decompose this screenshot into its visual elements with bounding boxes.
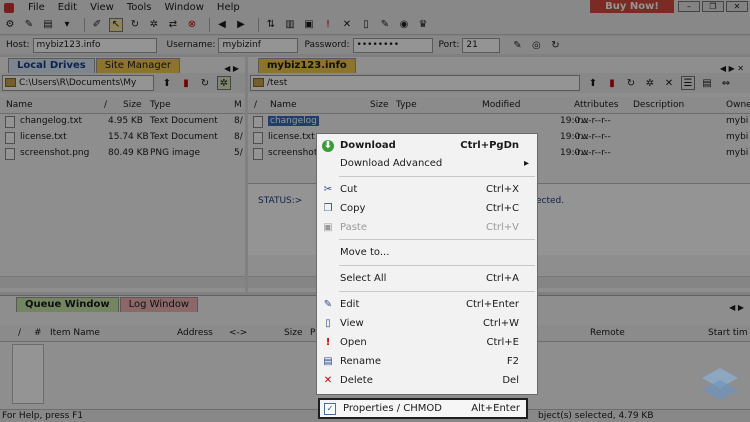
menu-item-properties-chmod[interactable]: ✓ Properties / CHMOD Alt+Enter: [318, 398, 528, 419]
menu-separator: [339, 265, 535, 266]
menu-item-copy[interactable]: ❐ Copy Ctrl+C: [317, 200, 537, 218]
menu-item-download-advanced[interactable]: Download Advanced ▸: [317, 155, 537, 173]
menu-separator: [339, 239, 535, 240]
menu-item-cut[interactable]: ✂ Cut Ctrl+X: [317, 181, 537, 199]
download-icon: ⬇: [322, 140, 334, 152]
menu-item-open[interactable]: ! Open Ctrl+E: [317, 334, 537, 352]
menu-item-delete[interactable]: ✕ Delete Del: [317, 372, 537, 390]
edit-icon: ✎: [323, 299, 333, 310]
delete-x-icon: ✕: [323, 375, 333, 386]
menu-separator: [339, 176, 535, 177]
menu-item-edit[interactable]: ✎ Edit Ctrl+Enter: [317, 296, 537, 314]
scissors-icon: ✂: [323, 184, 333, 195]
menu-item-view[interactable]: ▯ View Ctrl+W: [317, 315, 537, 333]
menu-item-rename[interactable]: ▤ Rename F2: [317, 353, 537, 371]
menu-item-download[interactable]: ⬇ Download Ctrl+PgDn: [317, 137, 537, 155]
logo-watermark: [700, 366, 740, 402]
copy-icon: ❐: [323, 203, 333, 214]
rename-icon: ▤: [323, 356, 333, 367]
context-menu: ⬇ Download Ctrl+PgDn Download Advanced ▸ ✂…: [316, 133, 538, 395]
paste-icon: ▣: [323, 222, 333, 233]
exclamation-icon: !: [325, 337, 331, 348]
properties-icon: ✓: [324, 403, 336, 415]
menu-separator: [339, 291, 535, 292]
menu-item-move-to[interactable]: Move to...: [317, 244, 537, 262]
menu-item-select-all[interactable]: Select All Ctrl+A: [317, 270, 537, 288]
view-icon: ▯: [325, 318, 331, 329]
menu-item-paste[interactable]: ▣ Paste Ctrl+V: [317, 219, 537, 237]
